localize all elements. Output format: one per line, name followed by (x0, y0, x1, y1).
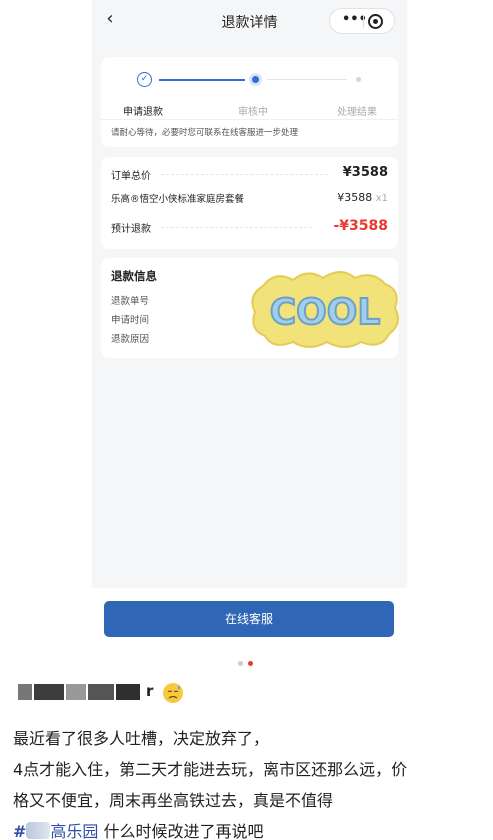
order-item-row: 乐高®悟空小侠标准家庭房套餐 ¥3588 x1 (111, 189, 388, 207)
progress-line-pending (267, 79, 347, 80)
check-circle-icon: ✓ (137, 72, 152, 87)
hashtag-link[interactable]: 高乐园 (50, 822, 98, 840)
post-text-line: 最近看了很多人吐槽，决定放弃了， (13, 729, 270, 748)
post-tail-text: 什么时候改进了再说吧 (98, 822, 264, 840)
post-text-line: 格又不便宜，周末再坐高铁过去，真是不值得 (13, 791, 334, 810)
order-total-label: 订单总价 (111, 171, 151, 182)
screen: ‹ 退款详情 ••• ✓ 申请退款 审核中 处理结果 请耐心等待，必要时您可联系… (0, 0, 493, 840)
capsule-divider (363, 15, 364, 28)
refund-estimate-row: 预计退款 -¥3588 (111, 218, 388, 236)
divider (101, 119, 398, 120)
progress-note: 请耐心等待，必要时您可联系在线客服进一步处理 (111, 128, 299, 138)
post-text-line: 4点才能入住，第二天才能进去玩，离市区还那么远，价 (13, 760, 408, 779)
username-tail: r (146, 682, 154, 700)
refund-info-title: 退款信息 (111, 269, 157, 283)
progress-line-done (159, 79, 245, 81)
item-price: ¥3588 (337, 191, 373, 204)
order-item-price: ¥3588 x1 (337, 191, 388, 204)
step-label-apply: 申请退款 (123, 107, 163, 118)
item-qty: x1 (375, 193, 388, 204)
online-service-button[interactable]: 在线客服 (104, 601, 394, 637)
dashed-divider (161, 227, 312, 228)
hashtag-symbol[interactable]: # (13, 822, 26, 840)
sweat-face-emoji-icon (163, 683, 183, 703)
step-label-review: 审核中 (238, 107, 268, 118)
apply-time-label: 申请时间 (111, 315, 150, 326)
dashed-divider (161, 174, 328, 175)
current-step-dot (252, 76, 259, 83)
refund-number-label: 退款单号 (111, 296, 150, 307)
blurred-text (26, 822, 51, 839)
refund-info-card: 退款信息 退款单号 申请时间 退款原因 COOL (101, 258, 399, 358)
target-circle-icon[interactable] (368, 14, 383, 29)
pager-dot-active[interactable] (248, 661, 253, 666)
step-label-result: 处理结果 (337, 107, 377, 118)
nav-bar: ‹ 退款详情 ••• (92, 0, 407, 42)
post-text-line: # 高乐园 什么时候改进了再说吧 (13, 818, 264, 840)
refund-detail-screenshot: ‹ 退款详情 ••• ✓ 申请退款 审核中 处理结果 请耐心等待，必要时您可联系… (92, 0, 407, 588)
order-item-name: 乐高®悟空小侠标准家庭房套餐 (111, 194, 245, 205)
refund-estimate-value: -¥3588 (333, 218, 388, 234)
blurred-username (18, 684, 143, 700)
pending-step-dot (356, 77, 361, 82)
refund-progress-card: ✓ 申请退款 审核中 处理结果 请耐心等待，必要时您可联系在线客服进一步处理 (101, 57, 398, 147)
order-card: 订单总价 ¥3588 乐高®悟空小侠标准家庭房套餐 ¥3588 x1 预计退款 … (101, 157, 398, 249)
progress-steps: ✓ 申请退款 审核中 处理结果 (101, 67, 398, 118)
refund-reason-label: 退款原因 (111, 334, 150, 345)
cool-sticker: COOL (251, 271, 399, 348)
carousel-pager (238, 661, 258, 667)
mini-program-capsule: ••• (329, 8, 395, 34)
sticker-text: COOL (270, 292, 381, 333)
order-total-row: 订单总价 ¥3588 (111, 165, 388, 183)
order-total-value: ¥3588 (342, 165, 388, 180)
refund-estimate-label: 预计退款 (111, 224, 151, 235)
pager-dot[interactable] (238, 661, 243, 666)
